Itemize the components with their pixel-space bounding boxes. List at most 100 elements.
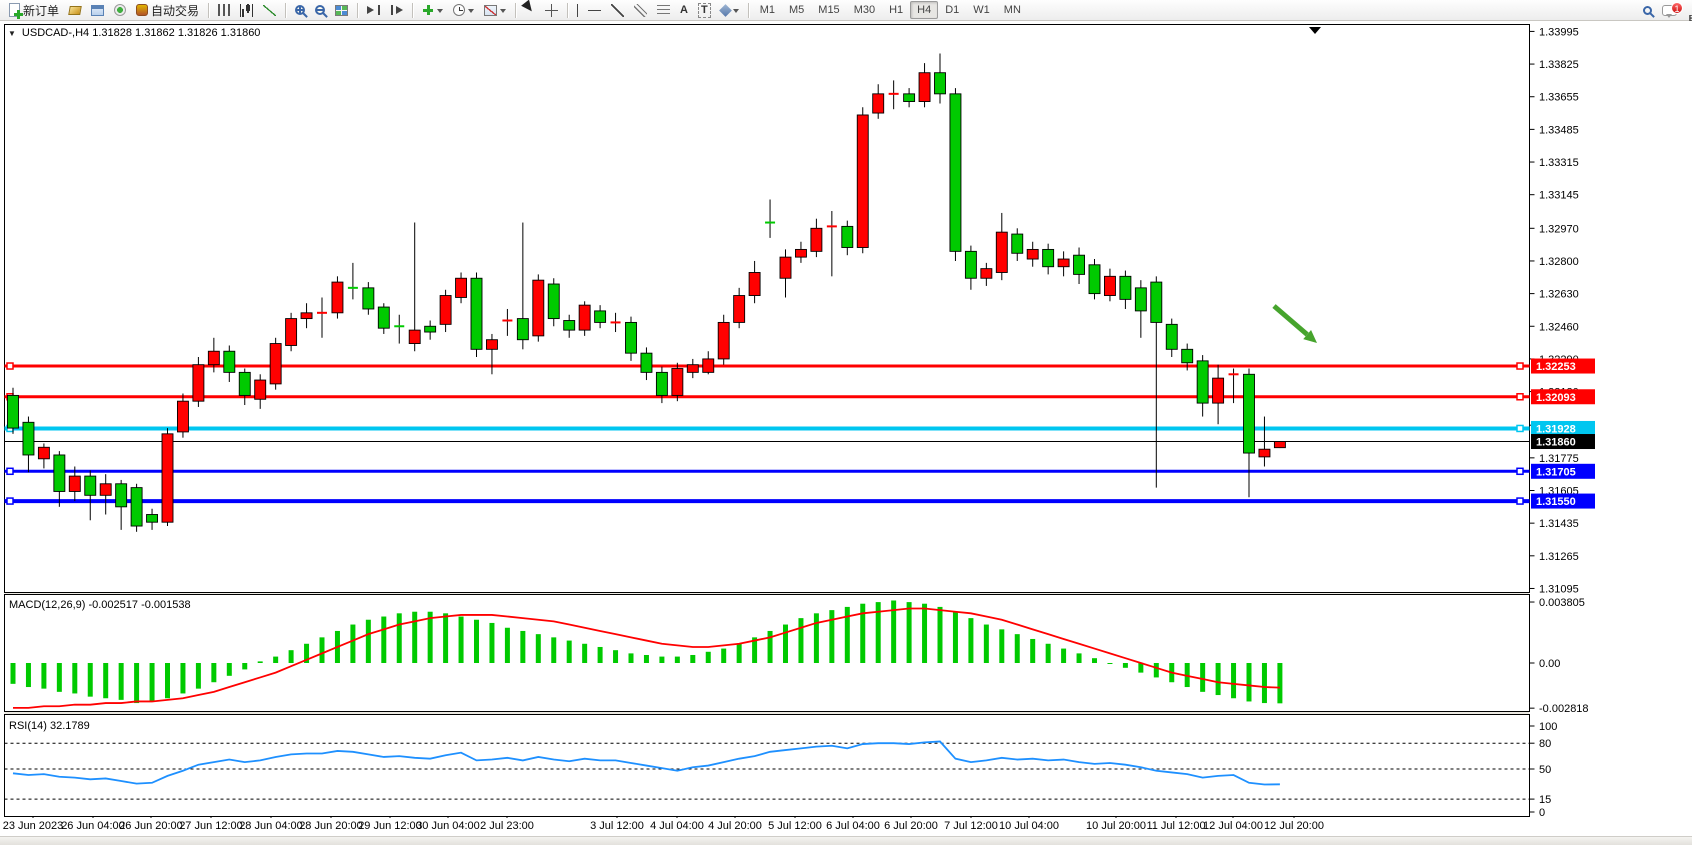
candle-body (456, 278, 467, 297)
candle-body (919, 73, 930, 102)
status-bar (0, 836, 1692, 845)
templates-button[interactable] (479, 1, 511, 20)
main-price-pane (5, 25, 1530, 593)
hline-anchor-right[interactable] (1517, 498, 1523, 504)
candle-body (564, 321, 575, 331)
hline-anchor-right[interactable] (1517, 425, 1523, 431)
line-chart-icon (263, 5, 276, 16)
timeframe-mn-button[interactable]: MN (997, 1, 1028, 19)
price-tag-text: 1.32093 (1536, 392, 1576, 404)
hline-anchor-right[interactable] (1517, 363, 1523, 369)
candle-body (811, 228, 822, 251)
text-button[interactable]: A (675, 1, 693, 20)
line-chart-button[interactable] (258, 1, 281, 20)
shapes-icon (719, 4, 732, 17)
bar-chart-icon (218, 4, 230, 16)
timeframe-m1-button[interactable]: M1 (753, 1, 782, 19)
candle-body (656, 372, 667, 395)
hline-anchor-right[interactable] (1517, 468, 1523, 474)
terminal-button[interactable] (86, 1, 109, 20)
time-label: 26 Jun 04:00 (61, 820, 125, 832)
macd-bar (41, 663, 46, 689)
chart-shift-button[interactable] (385, 1, 408, 20)
signals-button[interactable] (109, 1, 131, 20)
macd-bar (1200, 663, 1205, 692)
hline-anchor-left[interactable] (7, 468, 13, 474)
candle-body (672, 369, 683, 396)
text-label-button[interactable]: T (693, 1, 716, 20)
new-order-button[interactable]: 新订单 (4, 1, 64, 20)
auto-scroll-button[interactable] (362, 1, 385, 20)
auto-trading-button[interactable]: 自动交易 (131, 1, 204, 20)
tile-windows-button[interactable] (330, 1, 353, 20)
time-label: 3 Jul 12:00 (590, 820, 644, 832)
price-tick: 1.32970 (1539, 223, 1579, 235)
hline-anchor-left[interactable] (7, 498, 13, 504)
macd-tick: 0.003805 (1539, 597, 1585, 609)
candlestick-chart-button[interactable] (235, 1, 258, 20)
macd-bar (1231, 663, 1236, 698)
new-order-icon (9, 3, 20, 17)
timeframe-w1-button[interactable]: W1 (966, 1, 997, 19)
notifications-button[interactable]: 1 (1657, 1, 1682, 20)
cursor-button[interactable] (520, 1, 540, 20)
macd-bar (953, 612, 958, 663)
macd-bar (690, 655, 695, 663)
main-toolbar: 新订单 自动交易 E F A T M1M5M15M30H1H4D1W1MN 1 (0, 0, 1692, 21)
timeframe-m5-button[interactable]: M5 (782, 1, 811, 19)
time-label: 26 Jun 20:00 (119, 820, 183, 832)
arrows-button[interactable] (716, 1, 744, 20)
timeframe-h4-button[interactable]: H4 (910, 1, 938, 19)
macd-bar (1015, 634, 1020, 663)
search-icon (1643, 6, 1652, 15)
candle-body (749, 272, 760, 295)
periods-button[interactable] (448, 1, 479, 20)
zoom-out-button[interactable] (310, 1, 330, 20)
candle-body (981, 269, 992, 279)
macd-bar (1046, 644, 1051, 663)
macd-bar (196, 663, 201, 689)
macd-bar (551, 637, 556, 663)
candle-body (239, 372, 250, 395)
macd-bar (258, 661, 263, 663)
macd-bar (999, 629, 1004, 663)
time-axis[interactable]: 23 Jun 202326 Jun 04:0026 Jun 20:0027 Ju… (0, 818, 1530, 836)
chart-window[interactable]: 1.339951.338251.336551.334851.333151.331… (0, 21, 1692, 836)
toolbar-separator (567, 3, 568, 18)
time-label: 30 Jun 04:00 (416, 820, 480, 832)
hline-anchor-left[interactable] (7, 363, 13, 369)
timeframe-h1-button[interactable]: H1 (882, 1, 910, 19)
price-tag-text: 1.31705 (1536, 466, 1576, 478)
macd-bar (798, 618, 803, 663)
indicators-button[interactable] (417, 1, 448, 20)
timeframe-m15-button[interactable]: M15 (811, 1, 846, 19)
time-label: 10 Jul 20:00 (1086, 820, 1146, 832)
macd-bar (1107, 663, 1112, 664)
macd-bar (644, 655, 649, 663)
rsi-tick: 80 (1539, 738, 1551, 750)
symbol-header[interactable]: ▼ USDCAD-,H4 1.31828 1.31862 1.31826 1.3… (8, 27, 260, 39)
crosshair-icon (545, 4, 558, 17)
search-button[interactable] (1638, 1, 1657, 20)
macd-bar (1277, 663, 1282, 703)
trendline-button[interactable] (606, 1, 629, 20)
channel-button[interactable]: E (629, 1, 652, 20)
timeframe-m30-button[interactable]: M30 (847, 1, 882, 19)
symbol-dropdown-icon[interactable]: ▼ (8, 29, 16, 38)
crosshair-button[interactable] (540, 1, 563, 20)
bar-chart-button[interactable] (213, 1, 235, 20)
chevron-down-icon (437, 9, 443, 16)
hline-anchor-right[interactable] (1517, 394, 1523, 400)
timeframe-d1-button[interactable]: D1 (938, 1, 966, 19)
macd-bar (922, 604, 927, 663)
time-label: 27 Jun 12:00 (179, 820, 243, 832)
market-watch-button[interactable] (64, 1, 86, 20)
vertical-line-button[interactable] (572, 1, 583, 20)
zoom-in-button[interactable] (290, 1, 310, 20)
macd-bar (273, 657, 278, 663)
macd-bar (567, 641, 572, 663)
chart-canvas[interactable]: 1.339951.338251.336551.334851.333151.331… (0, 21, 1692, 836)
horizontal-line-button[interactable] (583, 1, 606, 20)
add-indicator-icon (422, 4, 434, 16)
fibonacci-button[interactable]: F (652, 1, 675, 20)
